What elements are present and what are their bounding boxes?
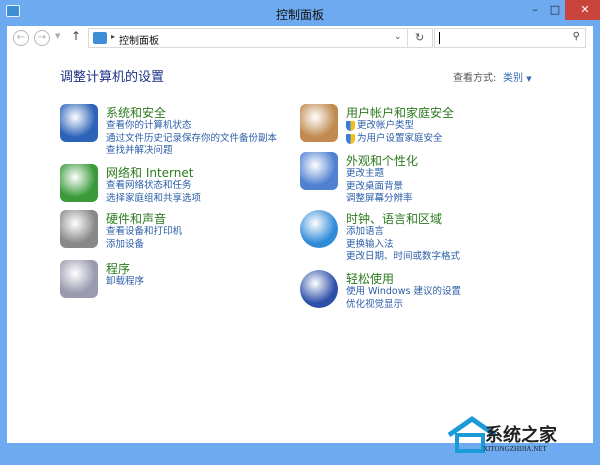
category-link[interactable]: 查看网络状态和任务	[106, 180, 201, 193]
clock-globe-icon[interactable]	[300, 210, 338, 248]
programs-icon[interactable]	[60, 260, 98, 298]
printer-icon[interactable]	[60, 210, 98, 248]
category-title[interactable]: 轻松使用	[346, 270, 394, 287]
category-link[interactable]: 查看设备和打印机	[106, 226, 182, 239]
category-link[interactable]: 更改桌面背景	[346, 181, 413, 194]
category-title[interactable]: 网络和 Internet	[106, 164, 193, 181]
network-icon[interactable]	[60, 164, 98, 202]
minimize-button[interactable]: –	[525, 0, 545, 20]
category-link[interactable]: 添加设备	[106, 239, 182, 252]
category-link[interactable]: 添加语言	[346, 226, 460, 239]
category-link[interactable]: 通过文件历史记录保存你的文件备份副本	[106, 133, 277, 146]
search-input[interactable]: ⚲	[434, 28, 586, 48]
address-bar[interactable]: ▸ 控制面板 ⌄ ↻	[88, 28, 433, 48]
ease-of-access-icon[interactable]	[300, 270, 338, 308]
category-link[interactable]: 更改日期、时间或数字格式	[346, 251, 460, 264]
appearance-icon[interactable]	[300, 152, 338, 190]
category-link[interactable]: 查找并解决问题	[106, 145, 277, 158]
up-button[interactable]: ↑	[71, 29, 81, 43]
view-by-dropdown[interactable]: 类别 ▼	[503, 69, 532, 84]
breadcrumb-separator-icon: ▸	[111, 32, 116, 41]
recent-pages-dropdown[interactable]: ▼	[55, 32, 60, 40]
category-link[interactable]: 使用 Windows 建议的设置	[346, 286, 461, 299]
category-link[interactable]: 更改帐户类型	[346, 120, 443, 133]
category-title[interactable]: 外观和个性化	[346, 152, 418, 169]
forward-button[interactable]: →	[34, 30, 50, 46]
category-link[interactable]: 卸载程序	[106, 276, 144, 289]
page-title: 调整计算机的设置	[60, 70, 165, 85]
window-title: 控制面板	[275, 8, 324, 22]
category-link[interactable]: 调整屏幕分辨率	[346, 193, 413, 206]
search-icon[interactable]: ⚲	[573, 31, 580, 42]
category-title[interactable]: 时钟、语言和区域	[346, 210, 442, 227]
category-title[interactable]: 系统和安全	[106, 104, 166, 121]
uac-shield-icon	[346, 133, 355, 144]
maximize-button[interactable]: □	[545, 0, 565, 20]
watermark-logo: 系统之家 XITONGZHIJIA.NET	[447, 415, 597, 465]
view-by-label: 查看方式:	[453, 73, 497, 84]
close-button[interactable]: ✕	[565, 0, 600, 20]
uac-shield-icon	[346, 121, 355, 132]
users-icon[interactable]	[300, 104, 338, 142]
title-bar: 控制面板 – □ ✕	[0, 0, 600, 26]
window-content: ← → ▼ ↑ ▸ 控制面板 ⌄ ↻ ⚲ 调整计算机的设置 查看方式: 类别 ▼…	[7, 26, 593, 453]
control-panel-icon	[93, 32, 107, 44]
shield-icon[interactable]	[60, 104, 98, 142]
category-link[interactable]: 选择家庭组和共享选项	[106, 193, 201, 206]
category-link[interactable]: 优化视觉显示	[346, 299, 461, 312]
category-title[interactable]: 用户帐户和家庭安全	[346, 104, 454, 121]
chevron-down-icon: ▼	[526, 75, 532, 83]
back-button[interactable]: ←	[13, 30, 29, 46]
refresh-icon[interactable]: ↻	[415, 31, 424, 44]
category-link[interactable]: 为用户设置家庭安全	[346, 133, 443, 146]
category-title[interactable]: 硬件和声音	[106, 210, 166, 227]
address-dropdown-icon[interactable]: ⌄	[394, 32, 402, 42]
breadcrumb-control-panel[interactable]: 控制面板	[119, 32, 159, 47]
category-link[interactable]: 更换输入法	[346, 239, 460, 252]
category-link[interactable]: 更改主题	[346, 168, 413, 181]
category-title[interactable]: 程序	[106, 260, 130, 277]
category-link[interactable]: 查看你的计算机状态	[106, 120, 277, 133]
